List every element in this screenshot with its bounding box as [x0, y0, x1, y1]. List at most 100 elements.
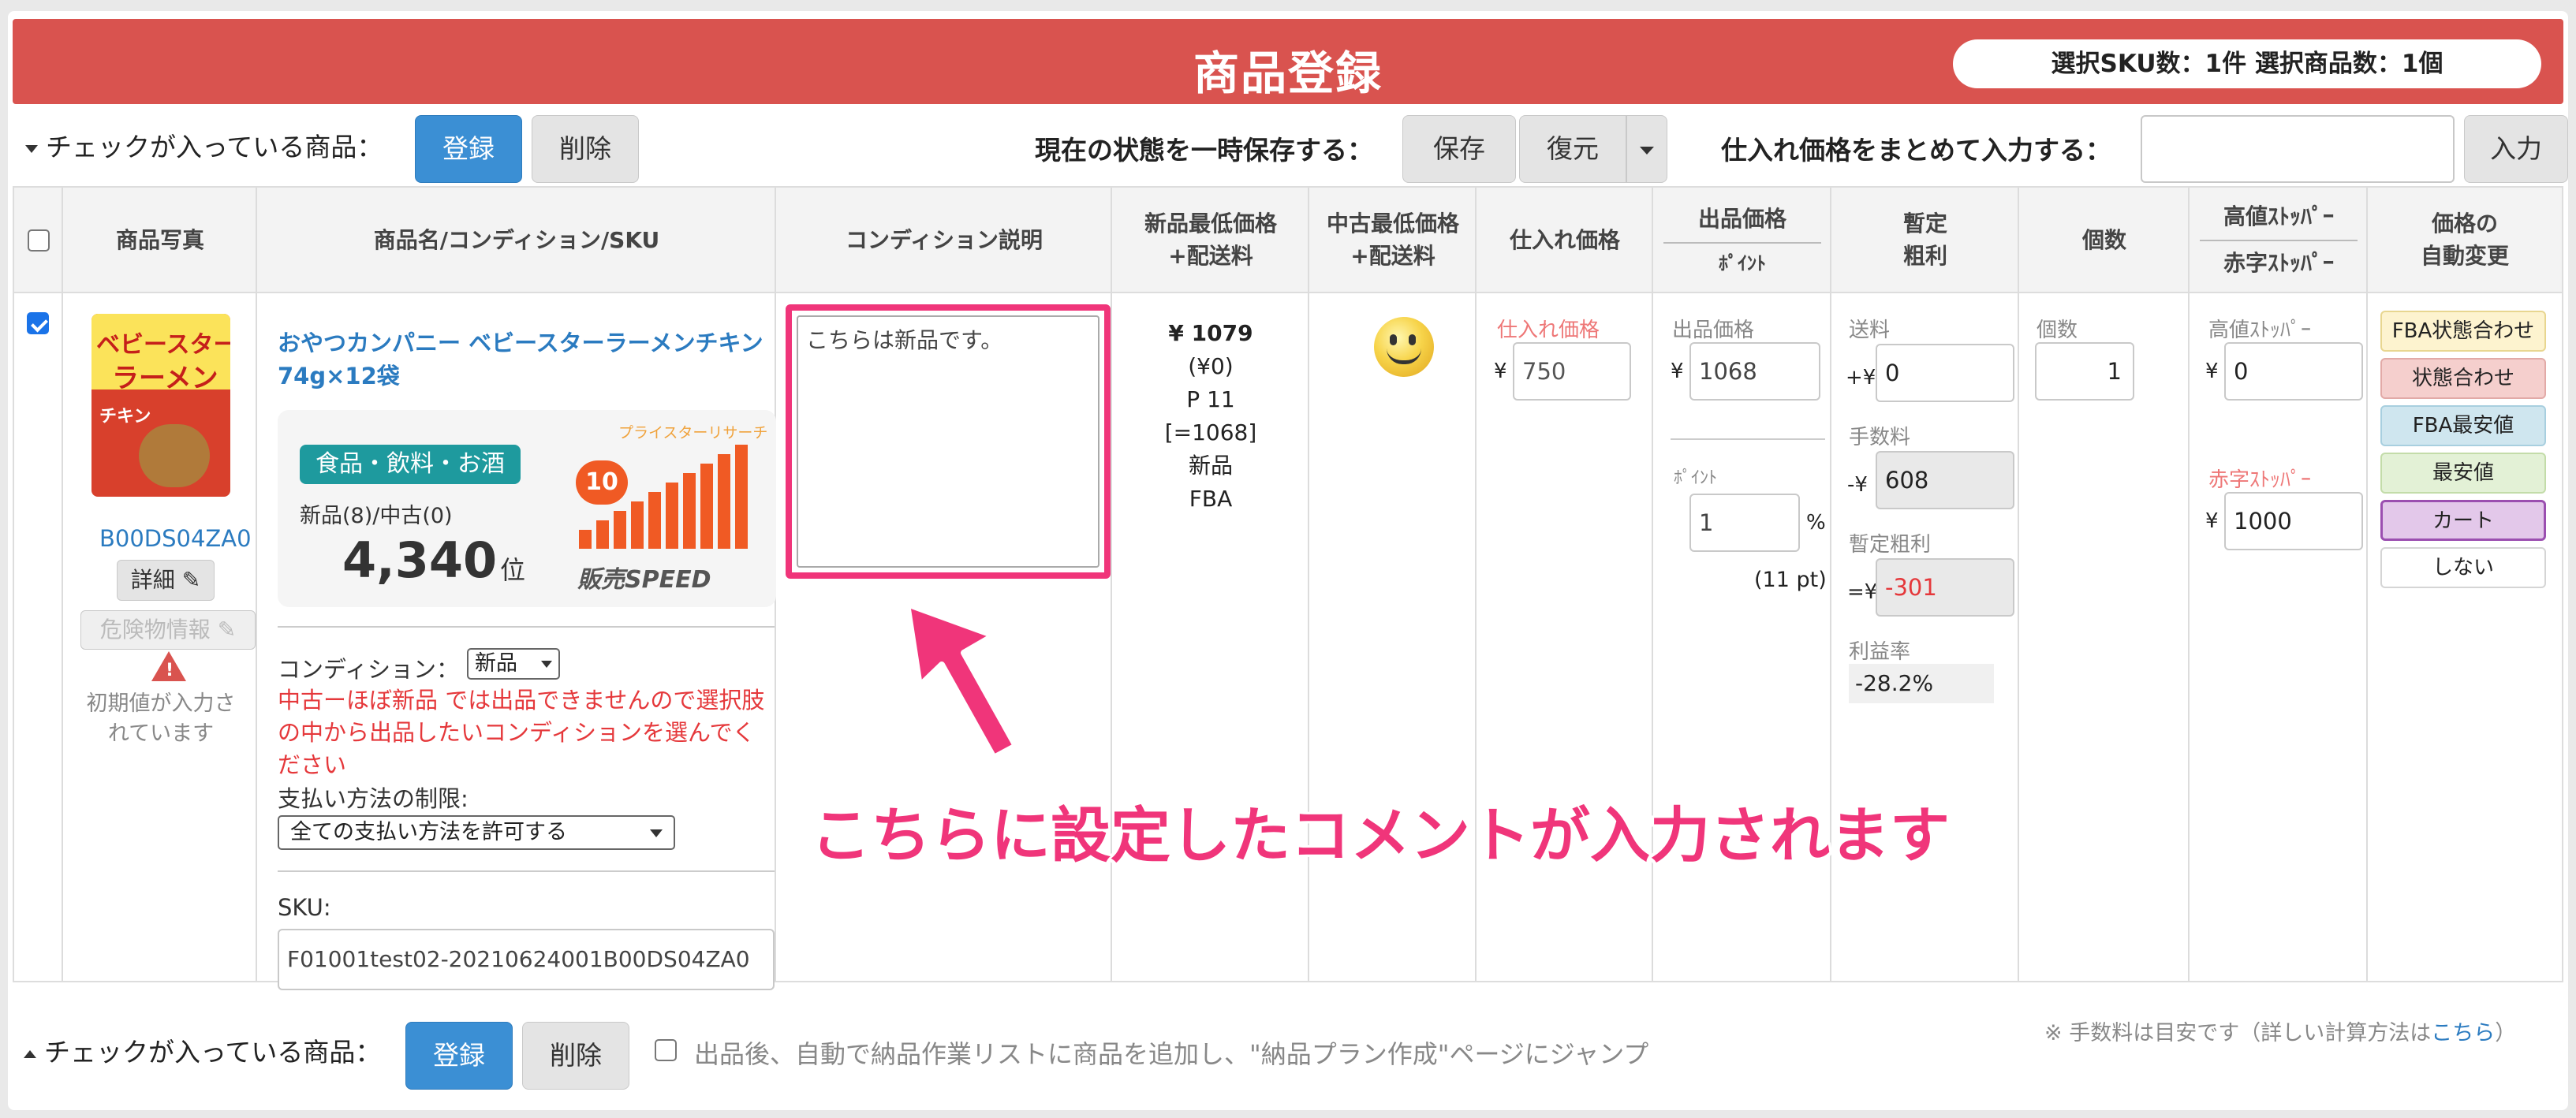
checked-items-label[interactable]: チェックが入っている商品： — [25, 126, 383, 164]
page-header: 商品登録 選択SKU数：1件 選択商品数：1個 — [13, 19, 2563, 104]
th-purchase: 仕入れ価格 — [1509, 226, 1620, 253]
purchase-price-input[interactable]: 750 — [1513, 342, 1631, 401]
point-pt: (11 pt) — [1754, 568, 1827, 592]
chevron-down-icon — [1640, 146, 1654, 155]
footer-checked-items-label[interactable]: チェックが入っている商品： — [24, 1031, 381, 1069]
shipping-input[interactable]: 0 — [1876, 344, 2014, 402]
th-profit: 暫定 粗利 — [1902, 211, 1947, 269]
product-stats-card: 食品・飲料・お酒 新品(8)/中古(0) 4,340 位 プライスターリサーチ — [278, 410, 776, 607]
product-title-link[interactable]: おやつカンパニー ベビースターラーメンチキン74g×12袋 — [278, 326, 771, 393]
smiley-icon — [1374, 317, 1434, 377]
th-stoppers: 高値ｽﾄｯﾊﾟｰ 赤字ｽﾄｯﾊﾟｰ — [2190, 188, 2368, 293]
speed-value-bubble: 10 — [576, 460, 628, 505]
auto-price-options: FBA状態合わせ 状態合わせ FBA最安値 最安値カートしない — [2368, 188, 2562, 976]
condition-note-highlight: こちらは新品です。 — [786, 304, 1111, 579]
save-state-label: 現在の状態を一時保存する： — [1035, 135, 1373, 166]
high-stopper-label: 高値ｽﾄｯﾊﾟｰ — [2208, 319, 2312, 342]
low-stopper-input[interactable]: 1000 — [2224, 492, 2363, 550]
product-table: 商品写真 商品名/コンディション/SKU コンディション説明 新品最低価格 +配送… — [13, 186, 2563, 990]
speed-label: プライスターリサーチ — [618, 424, 768, 442]
point-percent: % — [1806, 511, 1826, 535]
th-list-price: 出品価格 ﾎﾟｲﾝﾄ — [1653, 188, 1831, 293]
collapse-caret-icon — [25, 144, 38, 153]
delete-button[interactable]: 削除 — [532, 115, 639, 183]
margin-value: -28.2% — [1849, 664, 1994, 703]
qty-input[interactable]: 1 — [2035, 342, 2134, 401]
sku-input[interactable]: F01001test02-20210624001B00DS04ZA0 — [278, 929, 775, 990]
payment-label: 支払い方法の制限: — [278, 785, 469, 812]
point-input[interactable]: 1 — [1689, 494, 1800, 552]
profit-label: 暫定粗利 — [1849, 533, 1932, 557]
save-button[interactable]: 保存 — [1402, 115, 1516, 183]
th-photo: 商品写真 — [115, 226, 204, 253]
sales-rank-unit: 位 — [500, 555, 526, 585]
auto-shipment-label: 出品後、自動で納品作業リストに商品を追加し、"納品プラン作成"ページにジャンプ — [694, 1039, 1649, 1069]
chevron-down-icon — [541, 661, 552, 668]
high-stopper-input[interactable]: 0 — [2224, 342, 2363, 401]
sales-rank: 4,340 — [342, 531, 498, 589]
purchase-label: 仕入れ価格 — [1497, 319, 1600, 342]
th-qty: 個数 — [2081, 226, 2126, 253]
footer-delete-button[interactable]: 削除 — [522, 1022, 629, 1090]
point-label: ﾎﾟｲﾝﾄ — [1674, 468, 1718, 488]
asin-link[interactable]: B00DS04ZA0 — [99, 525, 252, 552]
col-stoppers — [2190, 188, 2368, 981]
product-registration-panel: 商品登録 選択SKU数：1件 選択商品数：1個 チェックが入っている商品： 登録… — [8, 11, 2568, 1110]
chevron-down-icon — [650, 829, 663, 837]
divider — [278, 870, 775, 872]
condition-note-textarea[interactable]: こちらは新品です。 — [797, 315, 1099, 568]
bulk-price-label: 仕入れ価格をまとめて入力する： — [1721, 135, 2111, 166]
auto-price-option[interactable]: しない — [2380, 547, 2546, 588]
selection-summary: 選択SKU数：1件 選択商品数：1個 — [1953, 39, 2541, 88]
qty-label: 個数 — [2037, 319, 2078, 342]
expand-caret-icon — [24, 1049, 36, 1058]
category-badge: 食品・飲料・お酒 — [300, 445, 521, 484]
restore-button[interactable]: 復元 — [1519, 115, 1626, 183]
col-qty — [2019, 188, 2190, 981]
restore-dropdown-button[interactable] — [1626, 115, 1667, 183]
auto-price-option[interactable]: 状態合わせ — [2380, 358, 2546, 399]
auto-price-option[interactable]: 最安値 — [2380, 453, 2546, 494]
margin-label: 利益率 — [1849, 640, 1911, 664]
bulk-price-enter-button[interactable]: 入力 — [2464, 115, 2568, 183]
bulk-price-input[interactable] — [2141, 115, 2455, 183]
auto-price-option[interactable]: カート — [2380, 500, 2546, 541]
list-price-input[interactable]: 1068 — [1689, 342, 1820, 401]
row-checkbox[interactable] — [27, 312, 49, 334]
low-stopper-label: 赤字ｽﾄｯﾊﾟｰ — [2208, 468, 2312, 492]
pencil-icon: ✎ — [181, 567, 201, 593]
th-name: 商品名/コンディション/SKU — [373, 226, 660, 253]
condition-label: コンディション： — [278, 656, 459, 683]
th-select-all — [14, 188, 63, 293]
condition-warning: 中古ーほぼ新品 では出品できませんので選択肢の中から出品したいコンディションを選… — [278, 687, 765, 779]
auto-price-option[interactable]: FBA状態合わせ — [2380, 311, 2546, 352]
list-price-label: 出品価格 — [1672, 319, 1755, 342]
col-check — [14, 188, 63, 981]
product-image[interactable]: ベビースター ラーメン チキン — [91, 314, 230, 497]
th-used-min: 中古最低価格 +配送料 — [1326, 211, 1459, 269]
sku-label: SKU: — [278, 894, 331, 921]
select-all-checkbox[interactable] — [28, 229, 50, 252]
fee-calc-link[interactable]: こちら — [2431, 1021, 2495, 1045]
toolbar: チェックが入っている商品： 登録 削除 現在の状態を一時保存する： 保存 復元 … — [16, 106, 2568, 192]
annotation-text: こちらに設定したコメントが入力されます — [811, 800, 1950, 870]
detail-button[interactable]: 詳細 ✎ — [117, 560, 215, 601]
payment-select[interactable]: 全ての支払い方法を許可する — [278, 815, 675, 850]
new-min-price-info: ¥ 1079 (¥0) P 11 [=1068] 新品 FBA — [1164, 320, 1257, 512]
footer-register-button[interactable]: 登録 — [405, 1022, 513, 1090]
hazmat-button[interactable]: 危険物情報 ✎ — [80, 610, 256, 650]
pencil-icon: ✎ — [217, 617, 237, 643]
shipping-label: 送料 — [1849, 319, 1891, 342]
default-value-note: 初期値が入力されています — [86, 691, 236, 746]
th-condition-desc: コンディション説明 — [845, 226, 1043, 253]
profit-value: -301 — [1876, 558, 2014, 617]
fee-note: ※ 手数料は目安です（詳しい計算方法はこちら） — [2044, 1021, 2517, 1045]
condition-select[interactable]: 新品 — [467, 648, 560, 680]
auto-shipment-checkbox[interactable] — [655, 1039, 677, 1061]
offer-counts: 新品(8)/中古(0) — [300, 504, 453, 528]
register-button[interactable]: 登録 — [415, 115, 522, 183]
auto-price-option[interactable]: FBA最安値 — [2380, 405, 2546, 446]
th-new-min: 新品最低価格 +配送料 — [1144, 211, 1277, 269]
fee-label: 手数料 — [1849, 426, 1911, 449]
fee-value: 608 — [1876, 451, 2014, 509]
